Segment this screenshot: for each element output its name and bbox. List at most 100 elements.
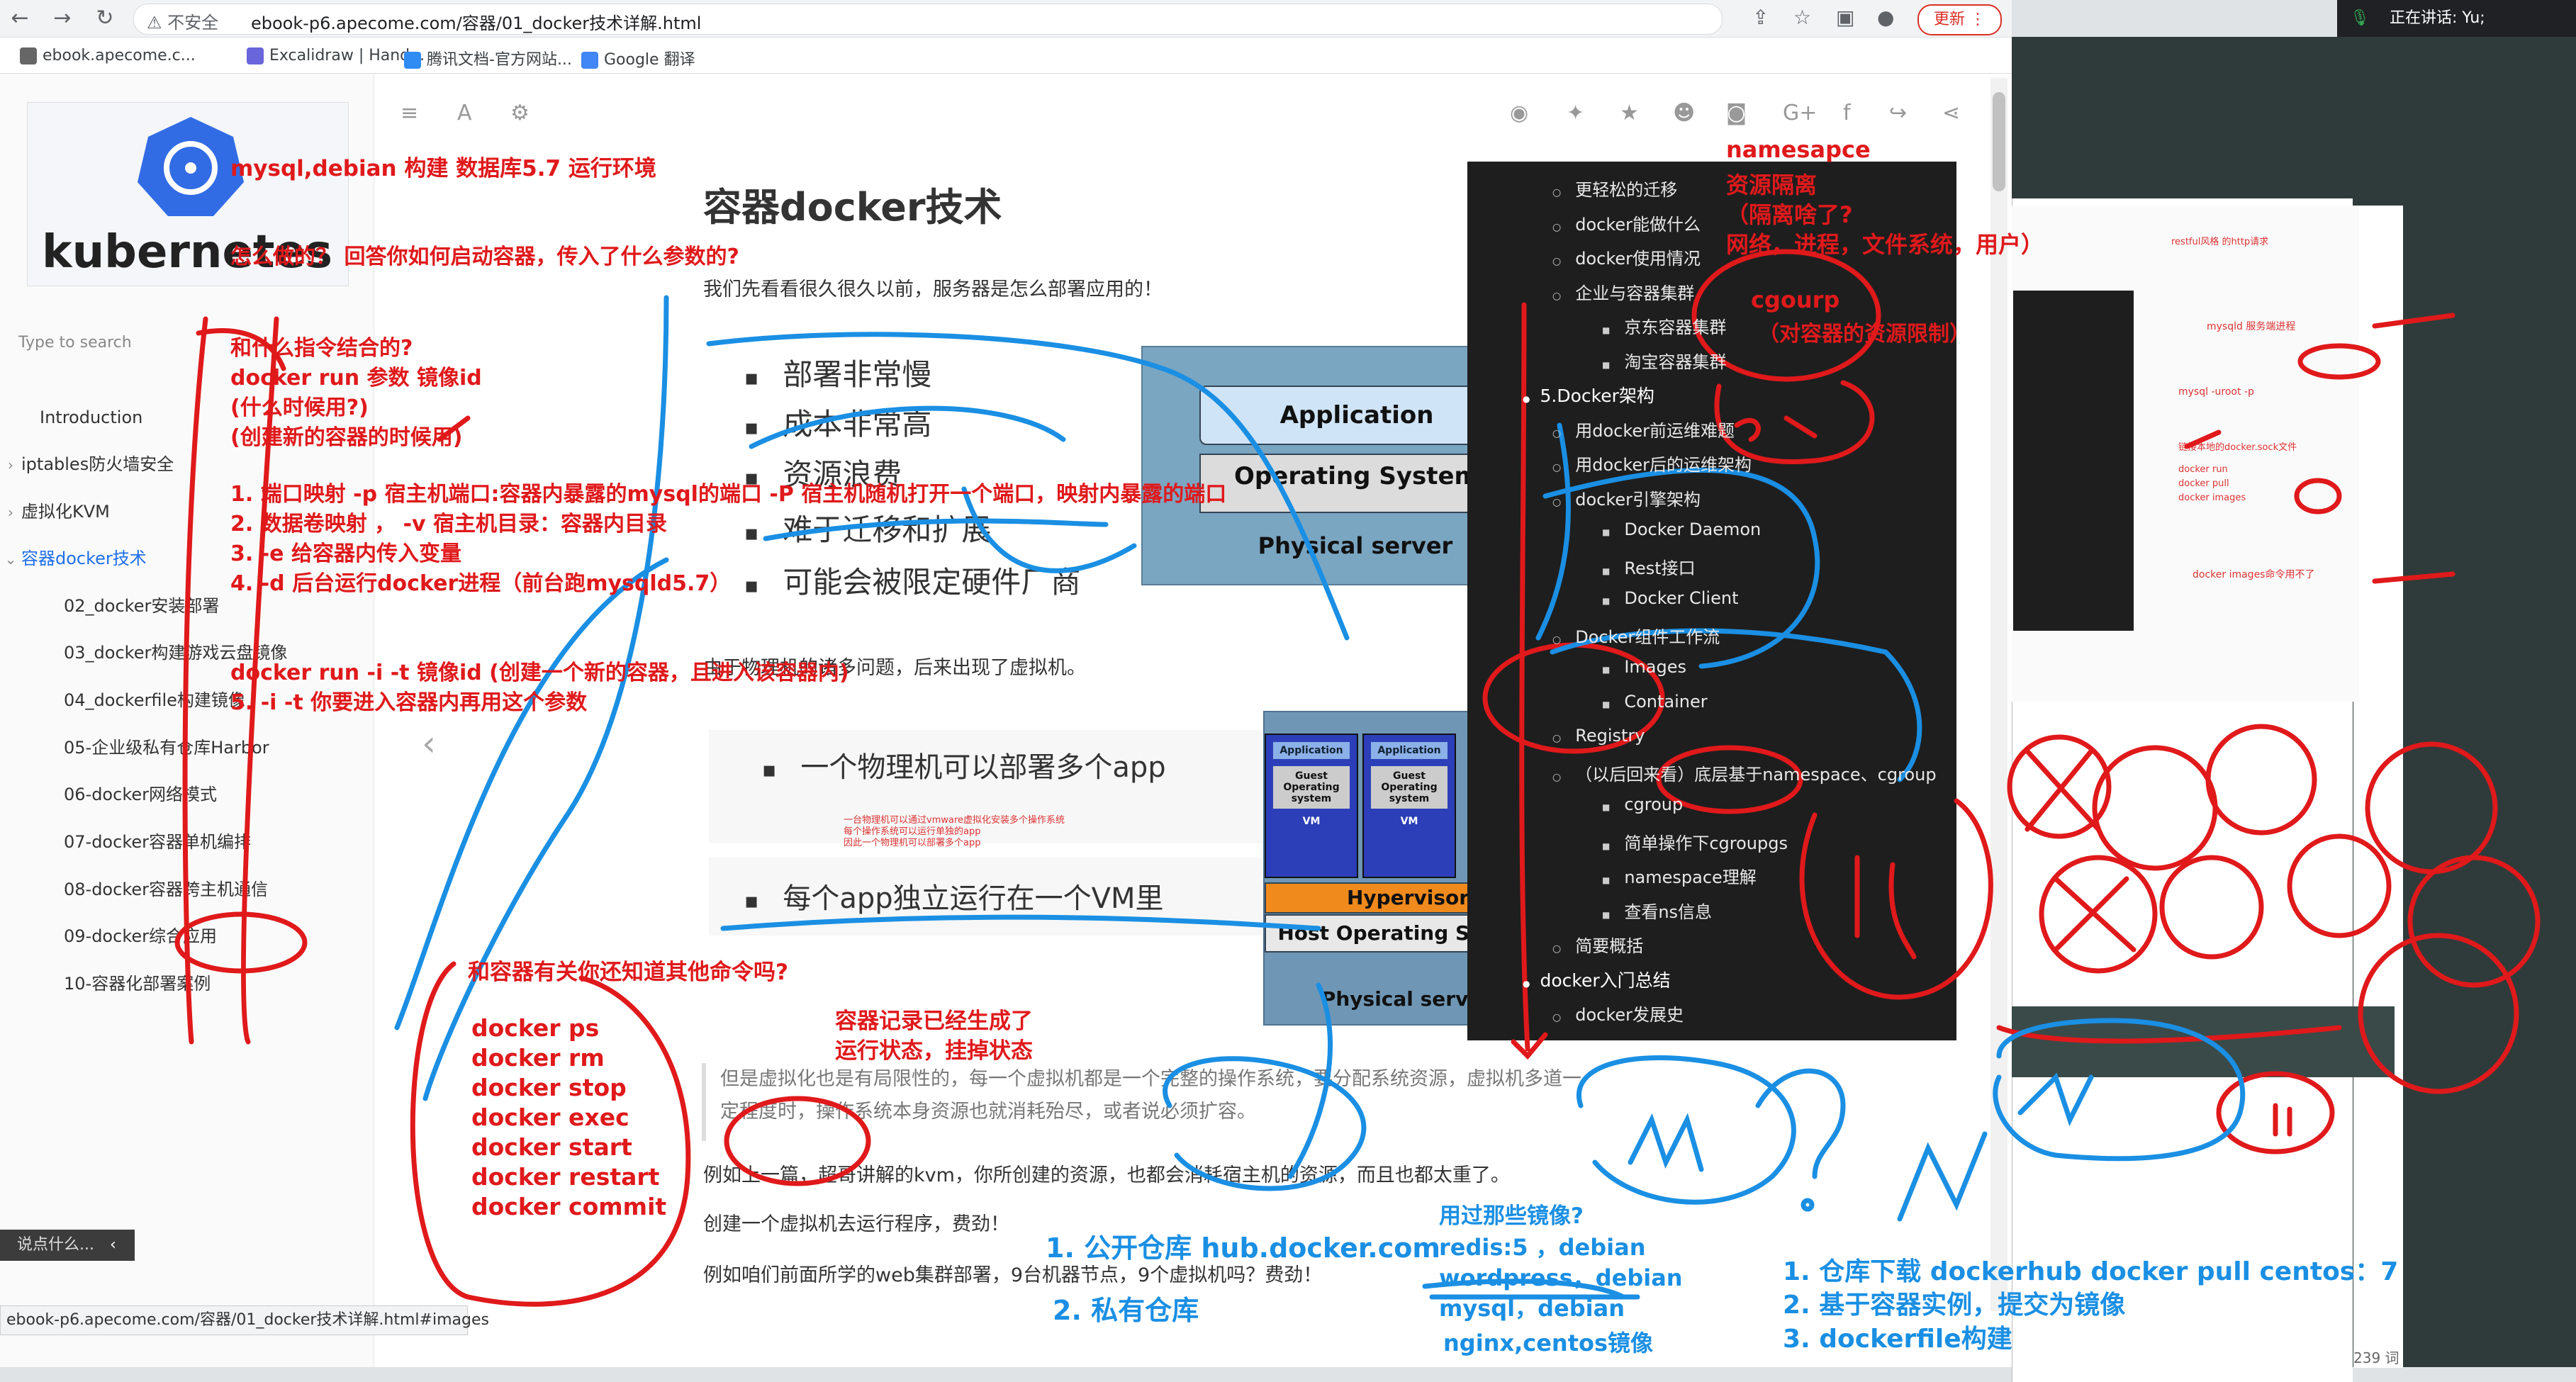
annotation-blue: mysql，debian (1439, 1295, 1625, 1322)
toc-item[interactable]: docker使用情况 (1552, 245, 1701, 269)
share-icon[interactable]: ⇪ (1752, 6, 1769, 29)
toc-item[interactable]: docker发展史 (1552, 1001, 1684, 1026)
sidebar-subitem[interactable]: 07-docker容器单机编排 (0, 820, 437, 864)
toc-item[interactable]: namespace理解 (1602, 863, 1756, 888)
whiteboard-note: docker run (2178, 464, 2228, 475)
whiteboard-note: docker images (2178, 493, 2246, 503)
menu-icon[interactable]: ≡ (401, 101, 418, 125)
pocket-icon[interactable]: ◙ (1726, 101, 1747, 125)
annotation-red: docker run 参数 镜像id (230, 366, 482, 391)
bookmark-item[interactable]: 腾讯文档-官方网站... (404, 47, 572, 69)
toc-item[interactable]: Images (1602, 657, 1686, 677)
url-text[interactable]: ebook-p6.apecome.com/容器/01_docker技术详解.ht… (251, 9, 701, 34)
annotation-red: mysql,debian 构建 数据库5.7 运行环境 (230, 156, 656, 181)
toc-item[interactable]: Rest接口 (1602, 554, 1695, 579)
toc-item[interactable]: Docker Daemon (1602, 519, 1761, 539)
toc-item[interactable]: docker入门总结 (1523, 967, 1670, 992)
list-item: 难于迁移和扩展 (744, 506, 991, 549)
toc-item[interactable]: 企业与容器集群 (1552, 279, 1694, 304)
annotation-red: cgourp (1751, 286, 1840, 313)
annotation-red: 资源隔离 (1726, 172, 1818, 198)
toc-item[interactable]: 淘宝容器集群 (1602, 348, 1726, 373)
status-url: ebook-p6.apecome.com/容器/01_docker技术详解.ht… (0, 1305, 489, 1335)
toc-item[interactable]: docker引擎架构 (1552, 485, 1701, 510)
annotation-red: 3. -e 给容器内传入变量 (230, 541, 461, 566)
update-button[interactable]: 更新 ⋮ (1917, 4, 2002, 35)
bookmark-item[interactable]: ebook.apecome.c... (20, 47, 196, 64)
annotation-red: 1. 端口映射 -p 宿主机端口:容器内暴露的mysql的端口 -P 宿主机随机… (230, 482, 1227, 507)
mic-icon: 🎙 (2350, 9, 2370, 27)
sidebar-subitem[interactable]: 08-docker容器跨主机通信 (0, 867, 437, 911)
list-item: 部署非常慢 (744, 351, 931, 394)
annotation-blue: wordpress，debian (1439, 1264, 1683, 1291)
toc-item[interactable]: 用docker前运维难题 (1552, 417, 1735, 442)
twitter-icon[interactable]: ✦ (1567, 101, 1584, 125)
annotation-red: 2. 数据卷映射 ， -v 宿主机目录：容器内目录 (230, 512, 668, 536)
sidebar-subitem[interactable]: 10-容器化部署案例 (0, 962, 437, 1006)
toc-item[interactable]: Docker Client (1602, 588, 1738, 608)
chevron-right-icon: › (8, 456, 13, 473)
sidebar-subitem[interactable]: 06-docker网络模式 (0, 773, 437, 816)
annotation-blue: 3. dockerfile构建 (1783, 1325, 2012, 1354)
annotation-red: 和容器有关你还知道其他命令吗? (468, 960, 788, 985)
bookmark-item[interactable]: Google 翻译 (581, 47, 695, 69)
bookmark-item[interactable]: Excalidraw | Hand... (247, 47, 425, 64)
annotation-blue: 2. 基于容器实例，提交为镜像 (1783, 1291, 2126, 1320)
google-plus-icon[interactable]: G+ (1783, 101, 1817, 125)
browser-toolbar: ← → ↻ ⚠ 不安全 ebook-p6.apecome.com/容器/01_d… (0, 0, 2012, 38)
annotation-red: (什么时候用?) (230, 395, 369, 420)
sidebar-subitem[interactable]: 05-企业级私有仓库Harbor (0, 726, 437, 770)
sidepanel-icon[interactable]: ▣ (1836, 6, 1854, 29)
reload-icon[interactable]: ↻ (91, 4, 119, 33)
annotation-red: namesapce (1726, 136, 1871, 163)
annotation-red: 和什么指令结合的? (230, 336, 413, 361)
toc-item[interactable]: Registry (1552, 726, 1645, 746)
whiteboard-bar (2012, 1006, 2395, 1077)
back-icon[interactable]: ← (6, 4, 34, 33)
toc-list: 更轻松的迁移 docker能做什么 docker使用情况企业与容器集群京东容器集群淘… (1467, 162, 1956, 1040)
annotation-red: 运行状态，挂掉状态 (835, 1038, 1033, 1064)
annotation-red: 4. -d 后台运行docker进程（前台跑mysqld5.7） (230, 571, 732, 596)
bookmark-star-icon[interactable]: ☆ (1793, 6, 1811, 29)
toc-item[interactable]: （以后回来看）底层基于namespace、cgroup (1552, 760, 1936, 785)
toc-item[interactable]: Docker组件工作流 (1552, 623, 1720, 648)
toc-item[interactable]: Container (1602, 692, 1707, 712)
sidebar-subitem[interactable]: 09-docker综合应用 (0, 914, 437, 958)
weibo-icon[interactable]: ◉ (1510, 101, 1528, 125)
toc-item[interactable]: 5.Docker架构 (1523, 382, 1654, 408)
facebook-icon[interactable]: f (1843, 101, 1851, 125)
annotation-red: 怎么做的？ 回答你如何启动容器，传入了什么参数的? (230, 245, 739, 269)
toc-item[interactable]: 简单操作下cgroupgs (1602, 829, 1788, 854)
toc-item[interactable]: docker能做什么 (1552, 210, 1701, 235)
toc-item[interactable]: 简要概括 (1552, 932, 1643, 957)
scrollbar-thumb[interactable] (1993, 92, 2005, 191)
list-item: 成本非常高 (744, 400, 931, 444)
toc-item[interactable]: 查看ns信息 (1602, 898, 1712, 923)
annotation-blue: 2. 私有仓库 (1053, 1295, 1199, 1326)
toc-item[interactable]: cgroup (1602, 794, 1683, 814)
prev-page-icon[interactable]: ‹ (422, 723, 436, 764)
address-bar[interactable]: ⚠ 不安全 ebook-p6.apecome.com/容器/01_docker技… (133, 4, 1723, 35)
whiteboard-note: 链接本地的docker.sock文件 (2178, 442, 2297, 453)
share-node-icon[interactable]: ⋖ (1942, 101, 1960, 125)
theme-icon[interactable]: ⚙ (510, 101, 530, 125)
chevron-down-icon: ⌄ (4, 551, 17, 568)
page-scrollbar[interactable] (1990, 78, 2007, 1311)
word-count: 239 词 (2353, 1349, 2399, 1366)
profile-icon[interactable]: ● (1877, 6, 1894, 29)
toc-item[interactable]: 更轻松的迁移 (1552, 176, 1677, 201)
star-icon[interactable]: ★ (1620, 101, 1639, 125)
forward-icon[interactable]: → (48, 4, 77, 33)
list-item: 一个物理机可以部署多个app (762, 744, 1165, 785)
toc-item[interactable]: 京东容器集群 (1602, 313, 1726, 338)
share-arrow-icon[interactable]: ↪ (1889, 101, 1907, 125)
collapse-icon[interactable]: ‹ (110, 1230, 116, 1261)
whiteboard-note: restful风格 的http请求 (2171, 237, 2269, 247)
speaking-label: 正在讲话: Yu; (2390, 9, 2485, 27)
comment-box[interactable]: 说点什么... ‹ (0, 1230, 135, 1261)
qq-icon[interactable]: ☻ (1673, 101, 1695, 125)
toc-item[interactable]: 用docker后的运维架构 (1552, 451, 1752, 476)
insecure-warning[interactable]: ⚠ 不安全 (147, 9, 218, 33)
meeting-indicator: 🎙 正在讲话: Yu; (2337, 0, 2576, 37)
font-icon[interactable]: A (457, 101, 472, 125)
